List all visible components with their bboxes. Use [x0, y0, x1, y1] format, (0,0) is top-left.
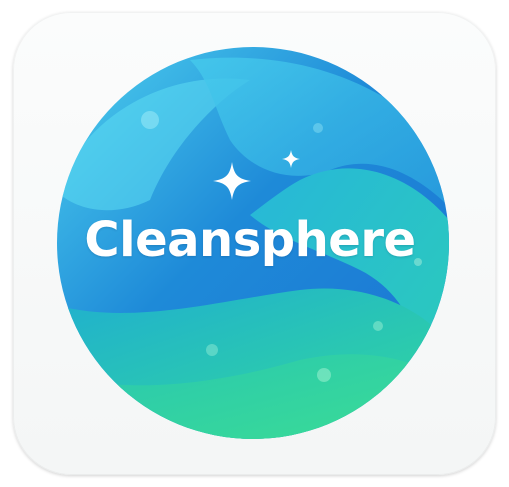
bubble [313, 123, 323, 133]
bubble [373, 321, 383, 331]
app-name-wordmark: Cleansphere [84, 212, 416, 268]
bubble [206, 344, 218, 356]
bubble [141, 111, 159, 129]
wave-layer-bottom [57, 354, 449, 439]
bubble [317, 368, 331, 382]
app-icon[interactable]: Cleansphere [0, 0, 509, 487]
